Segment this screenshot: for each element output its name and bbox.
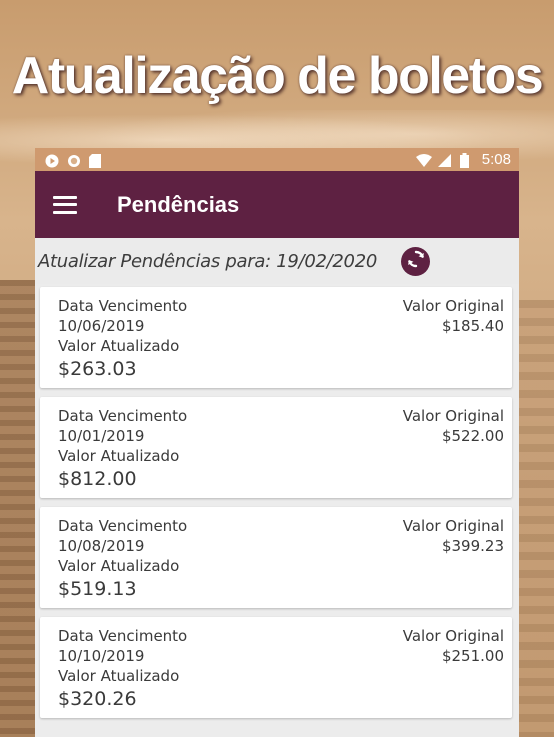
background-building-right: [514, 300, 554, 737]
updated-value: $812.00: [58, 468, 137, 490]
updated-value-label: Valor Atualizado: [58, 337, 180, 355]
page-title: Pendências: [117, 191, 240, 217]
original-value: $251.00: [441, 647, 504, 665]
sd-card-icon: [89, 153, 103, 168]
updated-value-label: Valor Atualizado: [58, 557, 180, 575]
app-bar: Pendências: [35, 171, 519, 238]
due-date-value: 10/06/2019: [58, 317, 145, 335]
background-building-left: [0, 280, 40, 737]
play-icon: [45, 153, 59, 167]
refresh-icon: [405, 248, 427, 274]
updated-value: $519.13: [58, 578, 137, 600]
list-item[interactable]: Data Vencimento 10/10/2019 Valor Origina…: [40, 617, 512, 718]
original-value: $522.00: [441, 427, 504, 445]
list-item[interactable]: Data Vencimento 10/01/2019 Valor Origina…: [40, 397, 512, 498]
status-bar-left: [45, 153, 103, 168]
original-value-label: Valor Original: [402, 297, 504, 315]
original-value-label: Valor Original: [402, 627, 504, 645]
due-date-value: 10/08/2019: [58, 537, 145, 555]
list-item[interactable]: Data Vencimento 10/06/2019 Valor Origina…: [40, 287, 512, 388]
due-date-label: Data Vencimento: [58, 407, 188, 425]
due-date-label: Data Vencimento: [58, 627, 188, 645]
original-value-label: Valor Original: [402, 517, 504, 535]
due-date-value: 10/10/2019: [58, 647, 145, 665]
original-value: $185.40: [441, 317, 504, 335]
status-time: 5:08: [481, 151, 511, 168]
updated-value-label: Valor Atualizado: [58, 667, 180, 685]
update-date-label: Atualizar Pendências para: 19/02/2020: [38, 250, 378, 272]
menu-icon[interactable]: [53, 195, 77, 214]
phone-screen: 5:08 Pendências Atualizar Pendências par…: [35, 148, 519, 737]
refresh-button[interactable]: [401, 246, 431, 276]
status-bar: 5:08: [35, 148, 519, 171]
status-bar-right: 5:08: [415, 151, 511, 168]
due-date-label: Data Vencimento: [58, 517, 188, 535]
updated-value-label: Valor Atualizado: [58, 447, 180, 465]
list-item[interactable]: Data Vencimento 10/08/2019 Valor Origina…: [40, 507, 512, 608]
circle-icon: [67, 153, 81, 167]
due-date-label: Data Vencimento: [58, 297, 188, 315]
pending-list: Data Vencimento 10/06/2019 Valor Origina…: [35, 284, 519, 718]
updated-value: $263.03: [58, 358, 137, 380]
updated-value: $320.26: [58, 688, 137, 710]
promo-title: Atualização de boletos: [11, 47, 544, 105]
signal-icon: [437, 153, 452, 167]
due-date-value: 10/01/2019: [58, 427, 145, 445]
wifi-icon: [415, 153, 432, 167]
update-row: Atualizar Pendências para: 19/02/2020: [35, 238, 519, 284]
original-value: $399.23: [441, 537, 504, 555]
original-value-label: Valor Original: [402, 407, 504, 425]
battery-icon: [459, 152, 474, 168]
